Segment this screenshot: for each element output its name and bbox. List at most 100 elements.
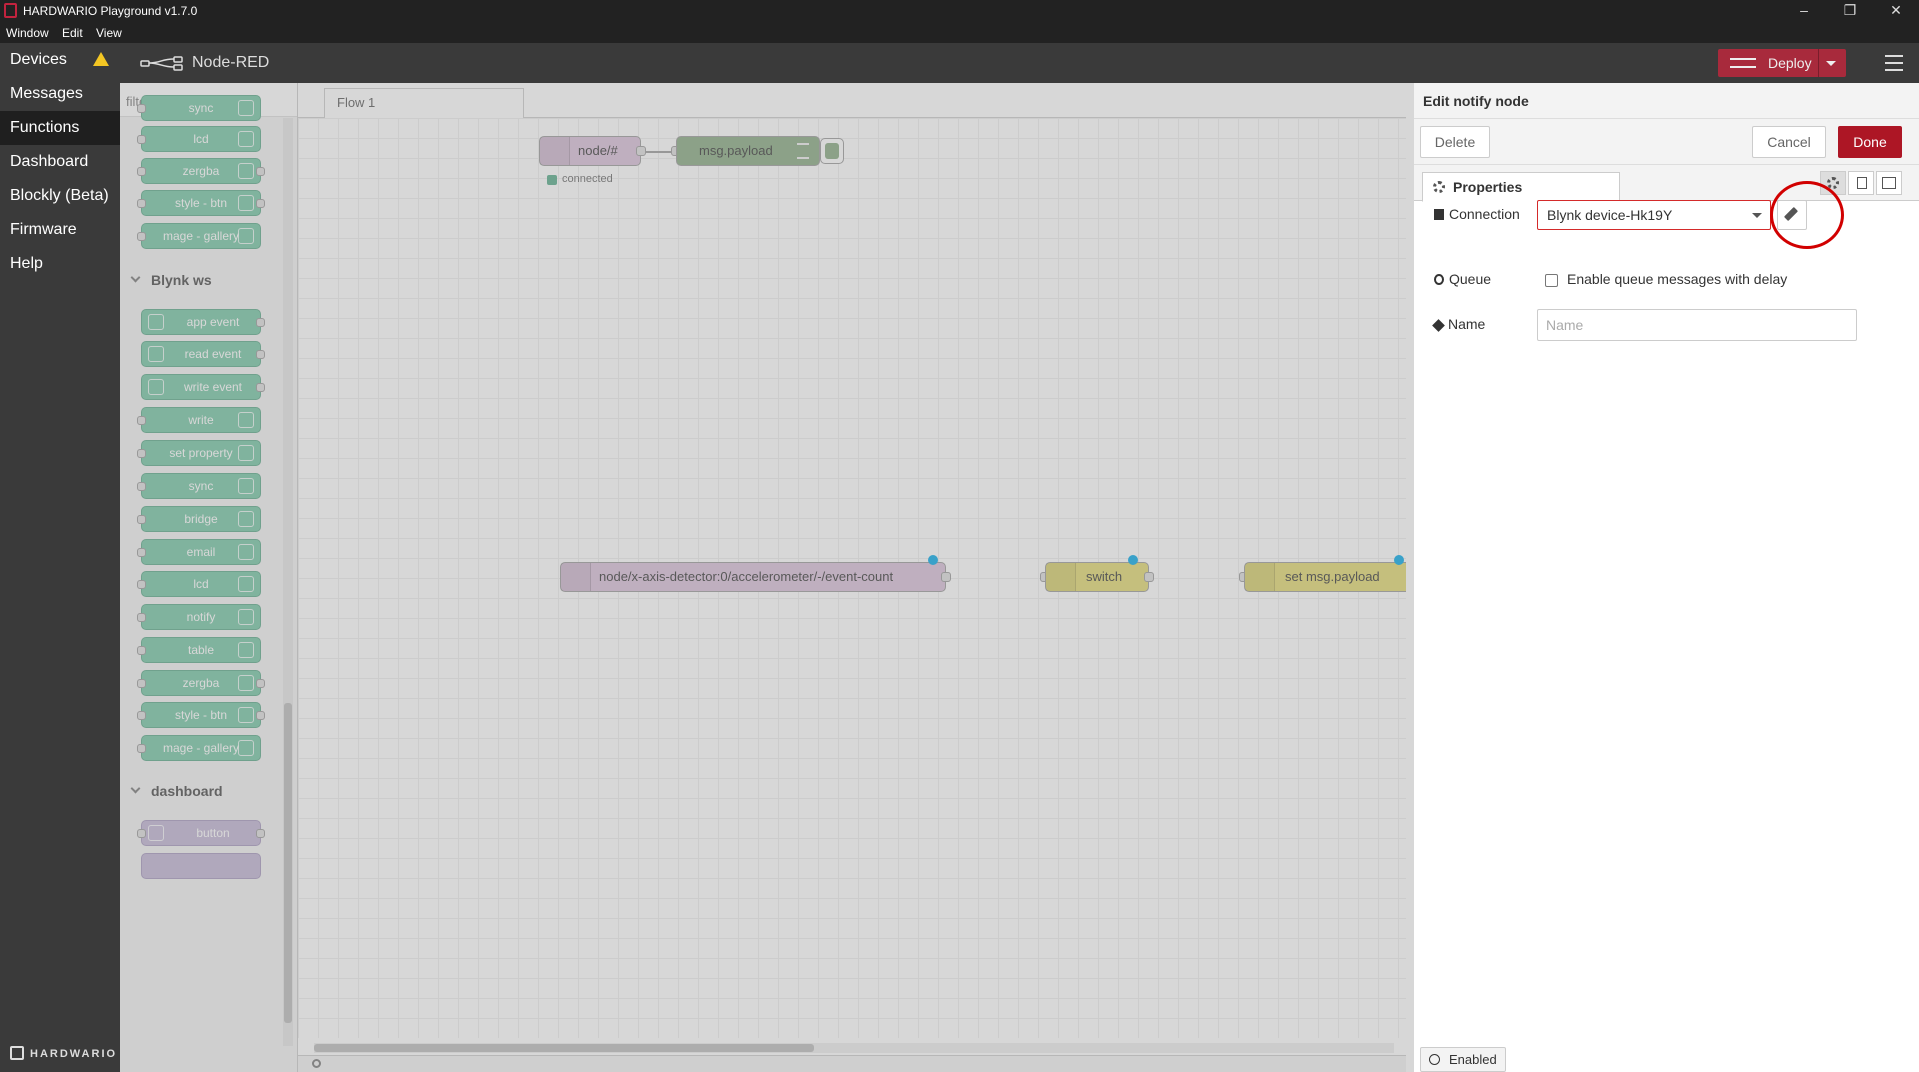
queue-checkbox-label[interactable]: Enable queue messages with delay — [1567, 271, 1787, 287]
tray-tabs: Properties — [1414, 165, 1919, 202]
flow-node-change[interactable]: set msg.payload — [1244, 562, 1406, 592]
left-nav: Devices Messages Functions Dashboard Blo… — [0, 43, 120, 1072]
tab-flow-1[interactable]: Flow 1 — [324, 88, 524, 118]
name-label: Name — [1432, 316, 1485, 332]
palette-node-partial[interactable] — [141, 853, 261, 879]
mqtt-icon — [561, 563, 591, 591]
tab-description[interactable] — [1848, 171, 1874, 195]
edit-connection-button[interactable] — [1777, 200, 1807, 230]
input-port — [137, 167, 146, 176]
deploy-button[interactable]: Deploy — [1718, 49, 1846, 77]
nav-help[interactable]: Help — [0, 247, 120, 281]
sync-icon — [238, 478, 254, 494]
palette-node-label: style - btn — [174, 196, 228, 210]
palette-node-email[interactable]: email — [137, 539, 261, 565]
flow-node-mqtt-in[interactable]: node/# — [539, 136, 641, 166]
input-port — [137, 135, 146, 144]
tab-node-properties[interactable] — [1820, 171, 1846, 195]
button-icon — [238, 707, 254, 723]
palette-node-style-btn-2[interactable]: style - btn — [137, 702, 265, 728]
main-menu-icon[interactable] — [1885, 55, 1903, 71]
flow-node-switch[interactable]: switch — [1045, 562, 1149, 592]
clock-icon — [1434, 274, 1444, 285]
done-button[interactable]: Done — [1838, 126, 1902, 158]
palette-node-button[interactable]: button — [137, 820, 265, 846]
palette-node-write-event[interactable]: write event — [141, 374, 265, 400]
minimize-button[interactable]: – — [1781, 0, 1827, 23]
palette-node-label: zergba — [182, 164, 220, 178]
palette-node-write[interactable]: write — [137, 407, 261, 433]
palette-node-label: lcd — [193, 132, 209, 146]
palette-node-lcd-2[interactable]: lcd — [137, 571, 261, 597]
nav-blockly[interactable]: Blockly (Beta) — [0, 179, 120, 213]
canvas-scroll-thumb[interactable] — [314, 1044, 814, 1052]
input-port — [137, 744, 146, 753]
table-icon — [238, 642, 254, 658]
restore-button[interactable]: ❐ — [1827, 0, 1873, 23]
palette-node-notify[interactable]: notify — [137, 604, 261, 630]
palette-category-dashboard[interactable]: dashboard — [120, 776, 297, 806]
nav-devices-label: Devices — [10, 51, 67, 68]
queue-checkbox[interactable] — [1545, 274, 1558, 287]
tab-properties[interactable]: Properties — [1422, 172, 1620, 202]
tab-appearance[interactable] — [1876, 171, 1902, 195]
debug-toggle-button[interactable] — [820, 138, 844, 164]
flow-canvas[interactable]: node/# connected msg.payload node/x-axis… — [298, 118, 1406, 1038]
nav-firmware[interactable]: Firmware — [0, 213, 120, 247]
palette-node-sync[interactable]: sync — [137, 95, 261, 121]
palette-node-style-btn[interactable]: style - btn — [137, 190, 265, 216]
enabled-toggle[interactable]: Enabled — [1420, 1047, 1506, 1072]
tab-properties-label: Properties — [1453, 179, 1523, 195]
nav-devices[interactable]: Devices — [0, 43, 120, 77]
window-title: HARDWARIO Playground v1.7.0 — [23, 4, 198, 18]
nav-dashboard[interactable]: Dashboard — [0, 145, 120, 179]
deploy-menu-caret-icon[interactable] — [1826, 61, 1836, 66]
input-port — [137, 104, 146, 113]
connection-label-text: Connection — [1449, 206, 1520, 222]
palette-node-label: app event — [186, 315, 240, 329]
palette-node-set-property[interactable]: set property — [137, 440, 261, 466]
nav-functions[interactable]: Functions — [0, 111, 120, 145]
input-port — [137, 829, 146, 838]
palette-scroll-thumb[interactable] — [284, 703, 292, 1023]
cancel-button[interactable]: Cancel — [1752, 126, 1826, 158]
input-port — [137, 548, 146, 557]
title-bar: HARDWARIO Playground v1.7.0 – ❐ ✕ — [0, 0, 1919, 23]
status-text: connected — [562, 173, 613, 185]
name-input[interactable] — [1537, 309, 1857, 341]
delete-button[interactable]: Delete — [1420, 126, 1490, 158]
search-icon[interactable] — [312, 1059, 321, 1068]
palette-node-zergba[interactable]: zergba — [137, 158, 265, 184]
output-port[interactable] — [1144, 572, 1154, 582]
close-window-button[interactable]: ✕ — [1873, 0, 1919, 23]
palette-node-zergba-2[interactable]: zergba — [137, 670, 265, 696]
palette-node-table[interactable]: table — [137, 637, 261, 663]
menu-view[interactable]: View — [96, 26, 122, 40]
document-icon — [1857, 177, 1867, 189]
flow-node-debug[interactable]: msg.payload — [676, 136, 820, 166]
palette-node-read-event[interactable]: read event — [141, 341, 265, 367]
palette-node-app-event[interactable]: app event — [141, 309, 265, 335]
palette-scrollbar[interactable] — [283, 118, 293, 1046]
circle-icon — [1429, 1054, 1440, 1065]
palette-node-lcd[interactable]: lcd — [137, 126, 261, 152]
gear-icon — [1433, 181, 1445, 193]
output-port[interactable] — [636, 146, 646, 156]
palette-node-bridge[interactable]: bridge — [137, 506, 261, 532]
flow-node-label: switch — [1086, 569, 1123, 584]
brand-text: HARDWARIO — [30, 1048, 118, 1060]
menu-window[interactable]: Window — [6, 26, 49, 40]
chevron-down-icon — [130, 272, 141, 283]
menu-edit[interactable]: Edit — [62, 26, 83, 40]
palette-node-image-gallery[interactable]: mage - gallery — [137, 223, 261, 249]
palette-node-sync-2[interactable]: sync — [137, 473, 261, 499]
palette-node-image-gallery-2[interactable]: mage - gallery — [137, 735, 261, 761]
flow-node-label: node/x-axis-detector:0/accelerometer/-/e… — [599, 569, 894, 584]
nav-messages[interactable]: Messages — [0, 77, 120, 111]
flow-node-mqtt-in-2[interactable]: node/x-axis-detector:0/accelerometer/-/e… — [560, 562, 946, 592]
output-port[interactable] — [941, 572, 951, 582]
connection-select[interactable]: Blynk device-Hk19Y — [1537, 200, 1771, 230]
button-icon — [238, 195, 254, 211]
canvas-hscrollbar[interactable] — [314, 1043, 1394, 1053]
palette-category-blynk-ws[interactable]: Blynk ws — [120, 265, 297, 295]
